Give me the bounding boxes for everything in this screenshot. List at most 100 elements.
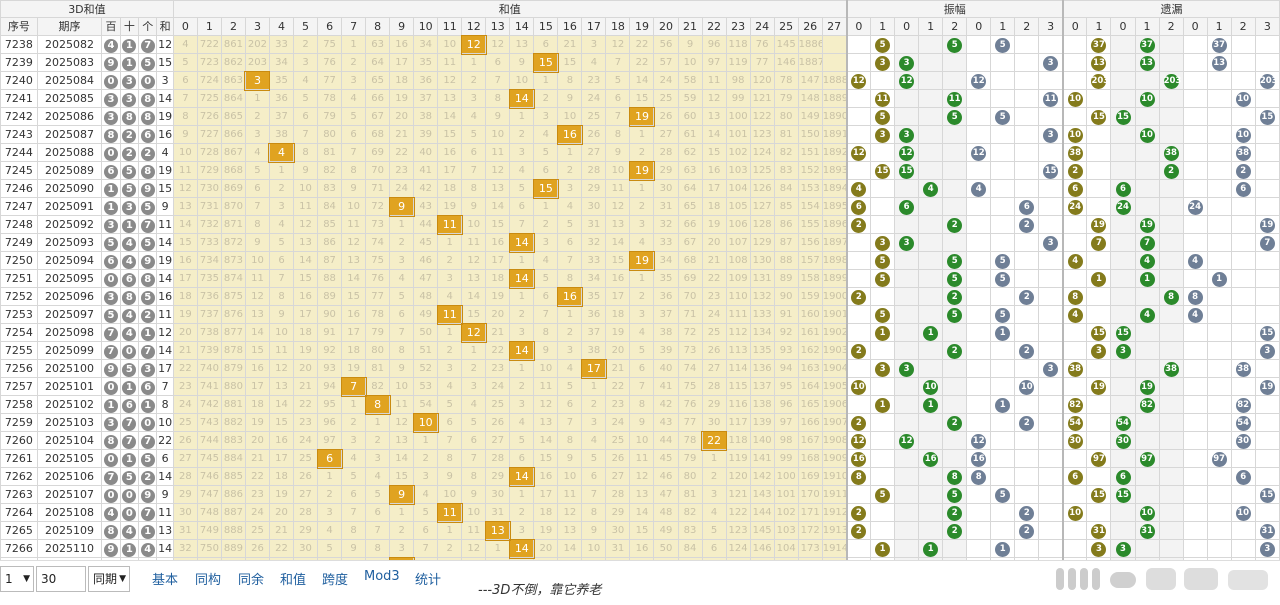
row-issue: 2025098 [36, 323, 103, 342]
header-sum-col: 20 [653, 17, 679, 36]
sum-omission-cell: 4 [557, 197, 583, 216]
sum-omission-cell: 15 [293, 269, 319, 288]
sum-omission-cell: 70 [365, 161, 391, 180]
sum-hit-cell: 14 [508, 268, 535, 289]
amplitude-cell: 2 [942, 521, 968, 540]
omission-cell [1061, 215, 1088, 234]
amplitude-marker: 2 [947, 290, 963, 305]
mode-select[interactable]: 同期 ▼ [88, 566, 130, 592]
sum-omission-cell: 3 [701, 485, 727, 504]
row-issue: 2025102 [36, 395, 103, 414]
nav-sum[interactable]: 和值 [280, 569, 306, 588]
period-count-input[interactable]: 30 [36, 566, 86, 592]
row-no: 7253 [0, 305, 38, 324]
sum-omission-cell: 24 [172, 395, 198, 414]
sum-omission-cell: 18 [605, 305, 631, 324]
sum-omission-cell: 133 [749, 305, 775, 324]
sum-omission-cell: 93 [773, 341, 799, 360]
header-sum-col: 12 [461, 17, 487, 36]
omission-marker: 8 [1187, 290, 1203, 305]
amplitude-marker: 2 [947, 524, 963, 539]
sum-omission-cell: 10 [677, 53, 703, 72]
sum-omission-cell: 83 [677, 521, 703, 540]
amplitude-cell [1038, 467, 1064, 486]
omission-cell [1061, 71, 1088, 90]
sum-omission-cell: 726 [196, 107, 222, 126]
omission-marker: 6 [1235, 182, 1251, 197]
header-sum-col: 13 [485, 17, 511, 36]
sum-omission-cell: 169 [797, 467, 823, 486]
amplitude-marker: 15 [1043, 164, 1059, 179]
page-select[interactable]: 1 ▼ [0, 566, 34, 592]
digit-cell: 5 [138, 53, 158, 72]
amplitude-cell [966, 53, 992, 72]
sum-omission-cell: 6 [244, 179, 270, 198]
sum-hit-cell: 14 [508, 538, 535, 559]
sum-omission-cell: 5 [244, 161, 270, 180]
sum-omission-cell: 14 [293, 251, 319, 270]
omission-marker: 4 [1187, 254, 1203, 269]
sum-omission-cell: 22 [172, 359, 198, 378]
omission-cell [1158, 323, 1184, 342]
table-row: 7246 2025090 1 5 9 15 12 730 869 6 2 10 83 9 71 24 42 18 8… [0, 178, 1280, 199]
digit-cell: 2 [119, 125, 140, 144]
amplitude-cell [1014, 161, 1040, 180]
amplitude-cell [918, 35, 944, 54]
nav-isomorph[interactable]: 同构 [195, 569, 221, 588]
sum-omission-cell: 8 [341, 161, 367, 180]
omission-marker: 8 [1067, 290, 1083, 305]
amplitude-marker: 2 [851, 506, 867, 521]
sum-omission-cell: 866 [220, 125, 246, 144]
nav-basic[interactable]: 基本 [152, 569, 178, 588]
sum-omission-cell: 1 [437, 233, 463, 252]
sum-hit-cell: 8 [364, 394, 391, 415]
amplitude-marker: 1 [995, 542, 1011, 557]
omission-cell: 82 [1061, 395, 1088, 414]
digit-cell: 2 [138, 143, 158, 162]
sum-omission-cell: 64 [365, 53, 391, 72]
omission-marker: 4 [1139, 254, 1155, 269]
sum-hit-cell: 3 [244, 70, 271, 91]
sum-omission-cell: 10 [341, 197, 367, 216]
table-row: 7238 2025082 4 1 7 12 4 722 861 202 33 2 75 1 63 16 34 10… [0, 34, 1280, 55]
omission-marker: 82 [1067, 398, 1083, 413]
amplitude-marker: 16 [851, 452, 867, 467]
omission-cell [1206, 341, 1232, 360]
nav-remainder[interactable]: 同余 [238, 569, 264, 588]
sum-omission-cell: 1891 [821, 125, 848, 144]
amplitude-cell: 5 [990, 305, 1016, 324]
digit-cell: 9 [101, 359, 121, 378]
digit-ball: 5 [140, 290, 155, 305]
amplitude-cell: 10 [845, 377, 872, 396]
nav-span[interactable]: 跨度 [322, 569, 348, 588]
sum-omission-cell: 82 [773, 143, 799, 162]
amplitude-marker: 3 [899, 128, 915, 143]
amplitude-cell [894, 377, 920, 396]
nav-mod3[interactable]: Mod3 [364, 569, 400, 584]
omission-cell [1086, 413, 1112, 432]
trend-table: 3D和值 和值 振幅 遗漏 序号 期序百十个和 0 1 2 3 4 5 6 7 8 9 10 11 12 13 14 1… [0, 0, 1280, 594]
sum-hit-cell: 14 [508, 466, 535, 487]
sum-omission-cell: 37 [268, 107, 295, 126]
amplitude-cell [966, 395, 992, 414]
amplitude-cell [990, 233, 1016, 252]
amplitude-cell: 2 [845, 413, 872, 432]
period-count-value: 30 [41, 572, 57, 586]
omission-marker: 38 [1235, 362, 1251, 377]
amplitude-cell [845, 35, 872, 54]
sum-omission-cell: 9 [677, 35, 703, 54]
omission-marker: 82 [1235, 398, 1251, 413]
sum-hit-cell: 16 [556, 124, 583, 145]
nav-stats[interactable]: 统计 [415, 569, 441, 588]
amplitude-cell [990, 143, 1016, 162]
amplitude-cell [1038, 179, 1064, 198]
amplitude-cell: 3 [1038, 233, 1064, 252]
amplitude-cell: 4 [918, 179, 944, 198]
omission-cell: 15 [1254, 323, 1280, 342]
sum-omission-cell: 23 [172, 377, 198, 396]
omission-cell [1061, 377, 1088, 396]
sum-omission-cell: 23 [485, 359, 511, 378]
sum-omission-cell: 9 [629, 413, 655, 432]
sum-omission-cell: 39 [413, 125, 439, 144]
sum-omission-cell: 24 [293, 431, 319, 450]
